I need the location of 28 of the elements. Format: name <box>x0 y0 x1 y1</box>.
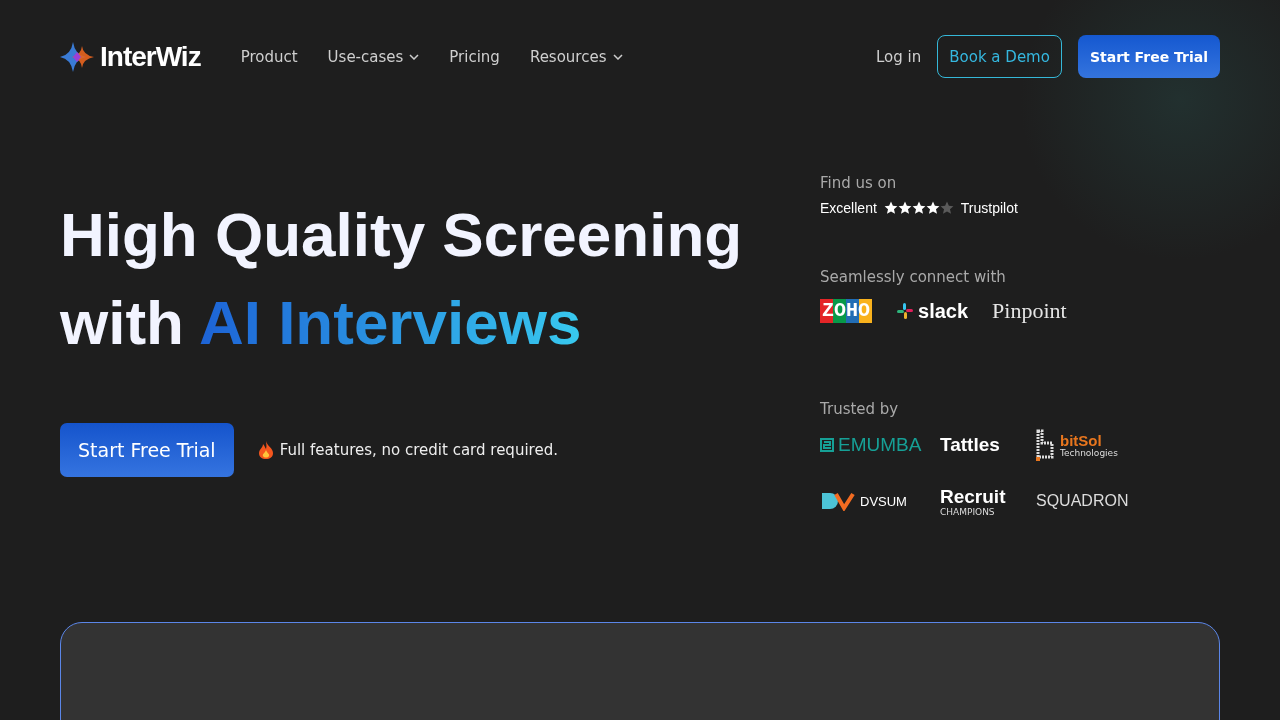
nav-link[interactable]: Resources <box>529 47 623 66</box>
logo-wordmark[interactable]: InterWiz <box>100 40 201 73</box>
nav-link[interactable]: Use-cases <box>327 47 420 66</box>
chevron-down-icon <box>409 53 420 60</box>
nav-link[interactable]: Product <box>240 47 298 66</box>
company-logo: SQUADRON <box>1036 491 1130 511</box>
section-label: Seamlessly connect with <box>820 268 1007 286</box>
logo-icon <box>60 41 94 72</box>
company-logo: DVSUM <box>820 484 940 518</box>
company-logo: Recruit CHAMPIONS <box>940 484 1007 518</box>
start-trial-button[interactable]: Start Free Trial <box>60 423 234 477</box>
flame-icon <box>257 441 274 459</box>
chevron-down-icon <box>612 53 623 60</box>
rating-label: Excellent <box>820 200 877 216</box>
section-label: Find us on <box>820 174 898 192</box>
start-trial-button[interactable]: Start Free Trial <box>1077 35 1220 78</box>
headline: High Quality Screening with AI Interviews <box>60 199 744 359</box>
company-logo: slack <box>896 294 969 328</box>
company-logo: EMUMBA <box>820 428 940 462</box>
book-demo-button[interactable]: Book a Demo <box>937 35 1062 78</box>
nav-link[interactable]: Pricing <box>449 47 500 66</box>
company-logo: Pinpoint <box>992 297 1067 325</box>
trustpilot-logo: Trustpilot <box>960 200 1018 216</box>
company-logo: Tattles <box>940 433 1001 457</box>
section-label: Trusted by <box>820 400 900 418</box>
company-logo: bitSol Technologies <box>1036 428 1136 462</box>
cta-note: Full features, no credit card required. <box>279 441 558 459</box>
login-link[interactable]: Log in <box>876 47 922 66</box>
